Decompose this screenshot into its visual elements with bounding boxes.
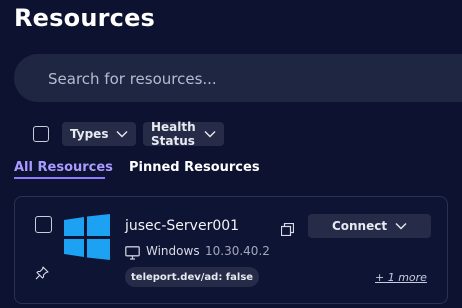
resource-address: 10.30.40.2 — [205, 244, 270, 258]
resource-label-chip[interactable]: teleport.dev/ad: false — [125, 267, 260, 287]
health-status-filter-button[interactable]: Health Status — [143, 120, 224, 148]
copy-icon[interactable] — [280, 221, 295, 240]
types-filter-label: Types — [70, 127, 109, 141]
chevron-down-icon — [204, 130, 216, 138]
chevron-down-icon — [116, 130, 128, 138]
chevron-down-icon — [395, 219, 407, 233]
resource-select-checkbox[interactable] — [35, 216, 52, 233]
page-title: Resources — [14, 4, 156, 32]
search-input[interactable] — [46, 54, 450, 104]
windows-logo-icon — [64, 214, 110, 264]
more-labels-link[interactable]: + 1 more — [375, 271, 427, 284]
connect-label: Connect — [331, 219, 388, 233]
tab-all-resources[interactable]: All Resources — [14, 160, 113, 175]
resource-card: jusec-Server001 Connect Windows 10.30.40… — [14, 196, 448, 304]
resource-name: jusec-Server001 — [125, 218, 240, 234]
select-all-checkbox[interactable] — [33, 126, 49, 142]
connect-button[interactable]: Connect — [308, 214, 431, 238]
pin-icon[interactable] — [35, 265, 49, 284]
desktop-icon — [125, 245, 140, 264]
search-bar[interactable] — [14, 54, 462, 104]
active-tab-indicator — [14, 177, 105, 179]
tab-pinned-resources[interactable]: Pinned Resources — [129, 160, 260, 175]
types-filter-button[interactable]: Types — [62, 122, 137, 146]
resource-os: Windows — [146, 244, 200, 258]
health-status-filter-label: Health Status — [151, 120, 196, 148]
